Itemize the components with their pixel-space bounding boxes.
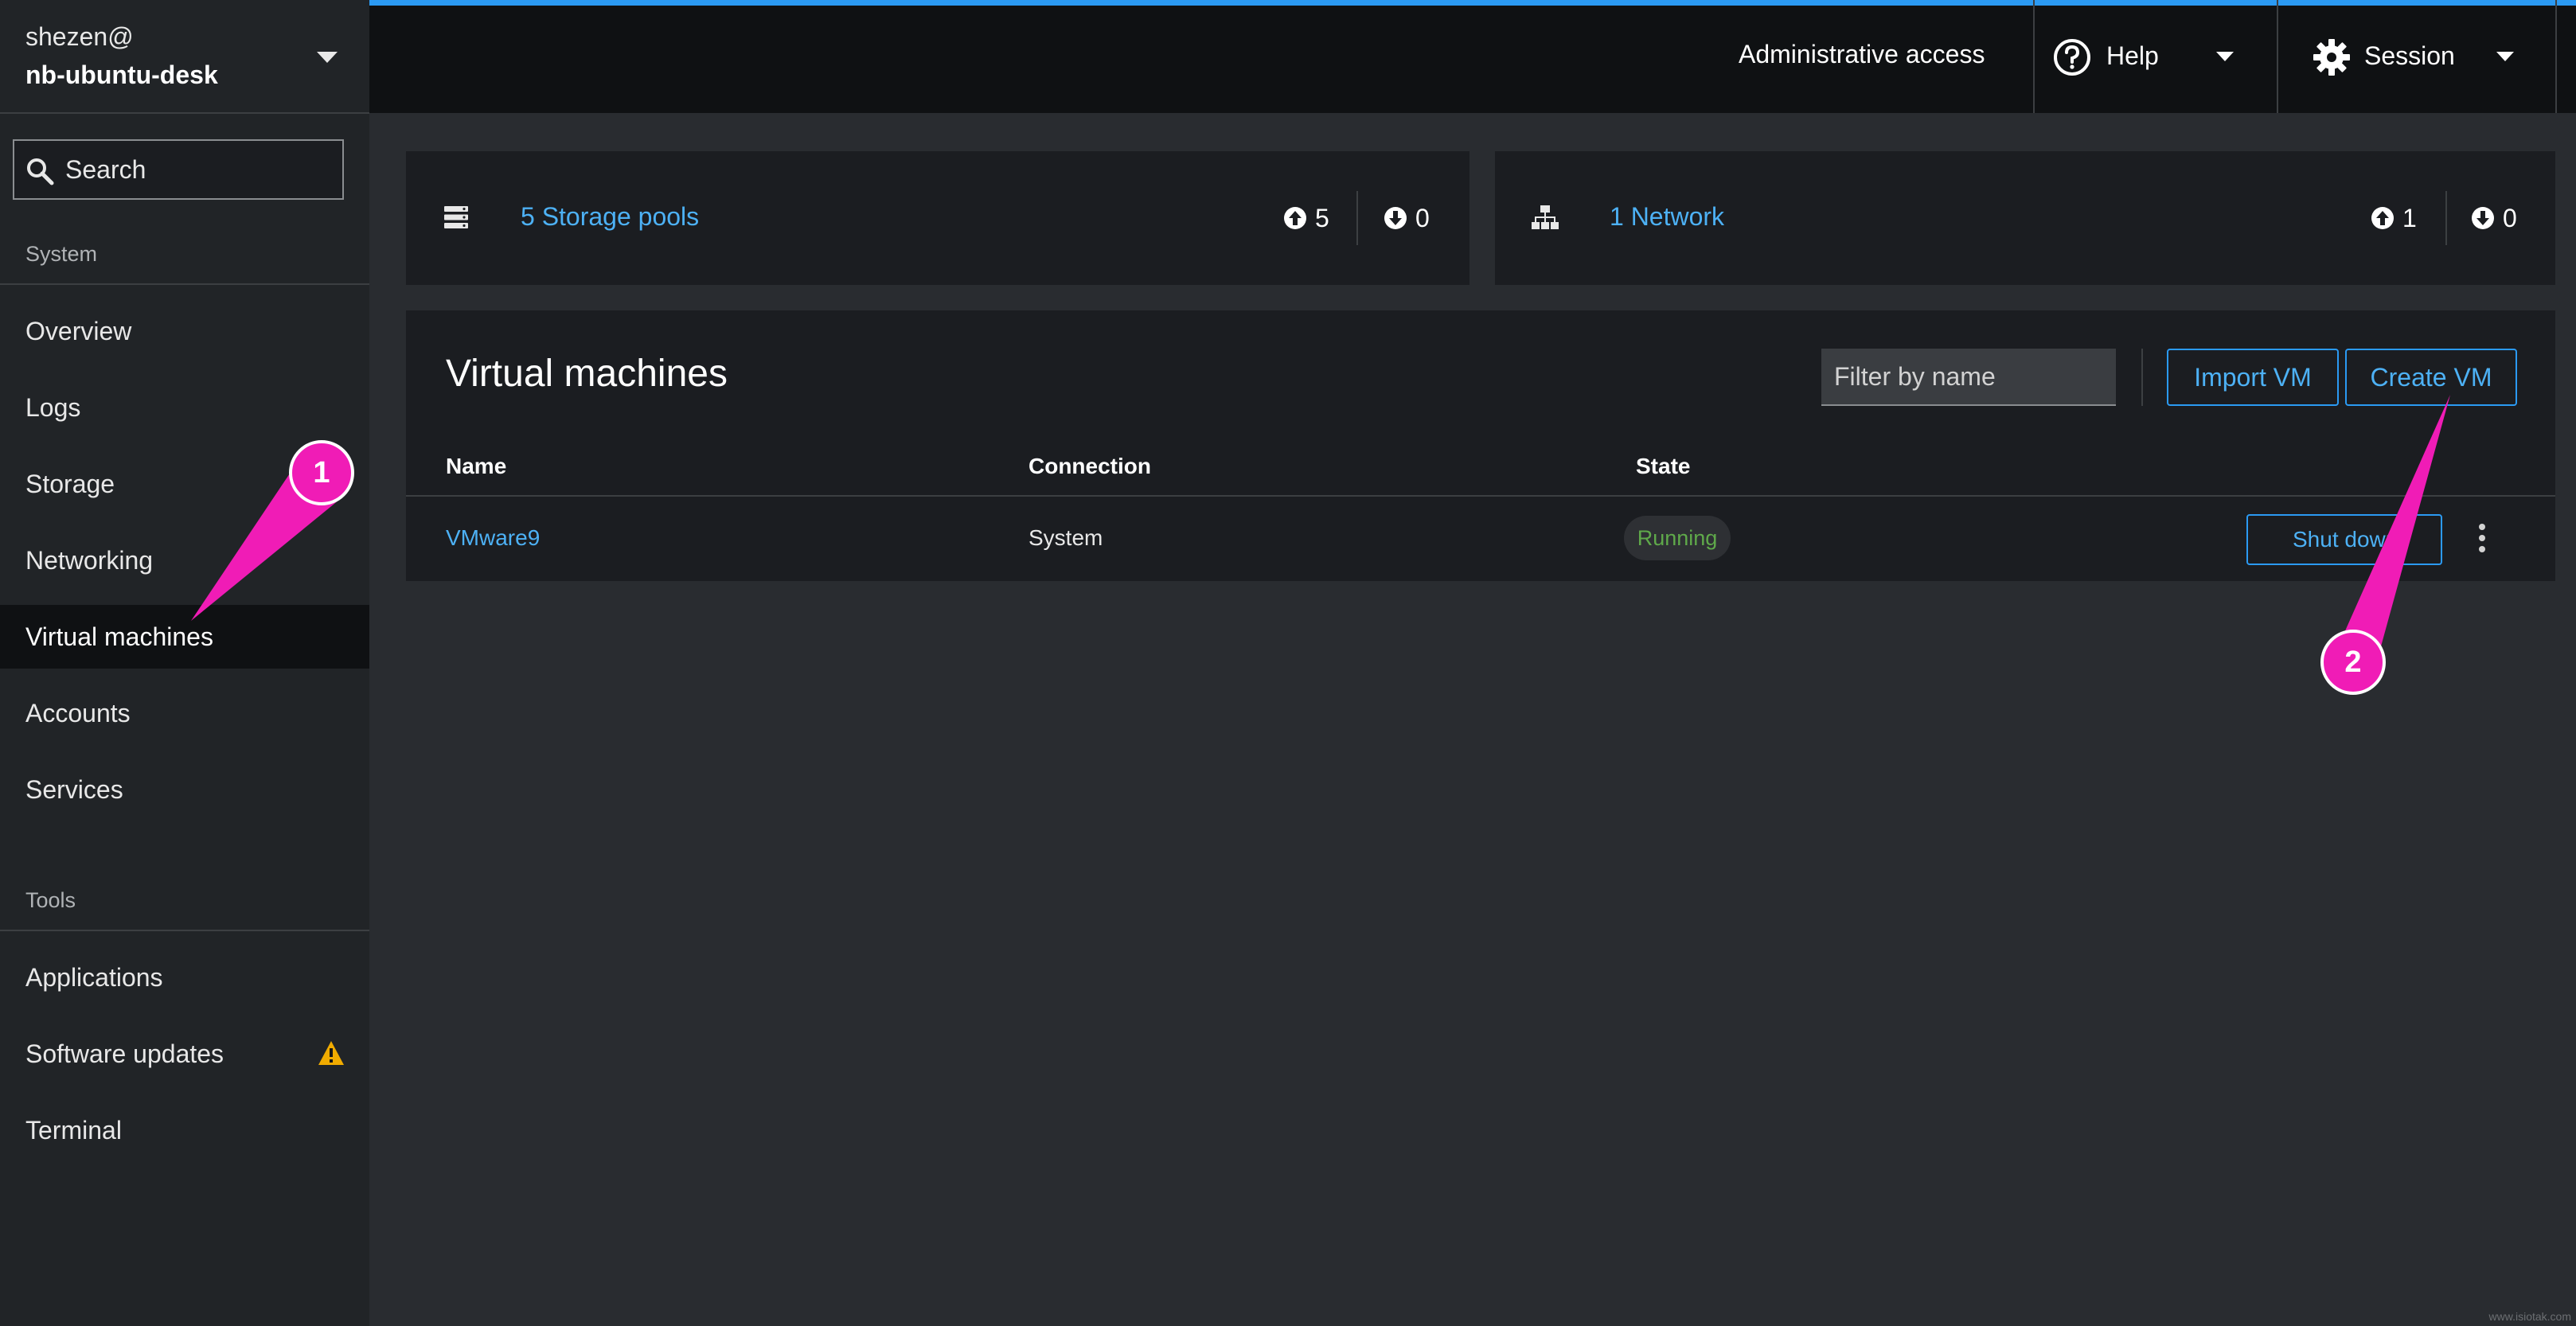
- storage-pools-link[interactable]: 5 Storage pools: [521, 202, 699, 232]
- status-badge: Running: [1624, 516, 1731, 560]
- gear-icon: [2313, 39, 2350, 76]
- search-input[interactable]: [65, 149, 336, 190]
- column-header-name[interactable]: Name: [446, 454, 506, 479]
- divider: [2141, 349, 2143, 406]
- top-bar: Administrative access Help Session: [369, 0, 2576, 113]
- session-menu[interactable]: Session: [2277, 0, 2531, 113]
- session-label: Session: [2364, 41, 2455, 70]
- column-header-connection[interactable]: Connection: [1028, 454, 1151, 479]
- divider: [1356, 191, 1358, 245]
- sidebar-item-services[interactable]: Services: [0, 758, 369, 821]
- vm-name-link[interactable]: VMware9: [446, 525, 540, 551]
- kebab-menu-icon[interactable]: [2471, 521, 2493, 556]
- page-title: Virtual machines: [446, 353, 728, 395]
- filter-by-name-input[interactable]: [1821, 349, 2116, 406]
- callout-badge-2: 2: [2320, 630, 2386, 695]
- chevron-down-icon[interactable]: [315, 49, 339, 65]
- chevron-down-icon: [2496, 52, 2514, 61]
- sidebar-item-networking[interactable]: Networking: [0, 528, 369, 592]
- arrow-circle-up-icon: [1284, 207, 1306, 229]
- network-down-value: 0: [2503, 203, 2517, 232]
- network-inactive-count: 0: [2471, 201, 2517, 236]
- section-divider: [0, 930, 369, 931]
- virtual-machines-panel: Virtual machines Import VM Create VM Nam…: [406, 310, 2555, 581]
- sidebar: shezen@ nb-ubuntu-desk System Overview L…: [0, 0, 369, 1326]
- sidebar-item-accounts[interactable]: Accounts: [0, 681, 369, 745]
- callout-badge-1: 1: [289, 440, 354, 505]
- networks-card: 1 Network 1 0: [1495, 151, 2555, 285]
- section-title-system: System: [25, 242, 98, 266]
- storage-inactive-count: 0: [1384, 201, 1430, 236]
- warning-icon: [318, 1041, 344, 1065]
- storage-icon: [444, 206, 468, 228]
- divider: [2445, 191, 2447, 245]
- sidebar-item-overview[interactable]: Overview: [0, 299, 369, 363]
- table-row: VMware9 System Running Shut down: [406, 497, 2555, 581]
- sidebar-item-virtual-machines[interactable]: Virtual machines: [0, 605, 369, 669]
- section-divider: [0, 283, 369, 285]
- arrow-circle-up-icon: [2371, 207, 2394, 229]
- section-title-tools: Tools: [25, 888, 76, 912]
- vm-connection: System: [1028, 525, 1103, 550]
- search-icon: [27, 158, 54, 185]
- network-active-count: 1: [2371, 201, 2417, 236]
- arrow-circle-down-icon: [2472, 207, 2494, 229]
- help-icon: [2054, 39, 2090, 76]
- arrow-circle-down-icon: [1384, 207, 1407, 229]
- shut-down-button[interactable]: Shut down: [2246, 514, 2442, 565]
- network-up-value: 1: [2402, 203, 2417, 232]
- create-vm-button[interactable]: Create VM: [2345, 349, 2517, 406]
- host-name: nb-ubuntu-desk: [25, 60, 218, 89]
- storage-up-value: 5: [1315, 203, 1329, 232]
- help-label: Help: [2106, 41, 2159, 70]
- sidebar-item-logs[interactable]: Logs: [0, 376, 369, 439]
- sidebar-item-software-updates[interactable]: Software updates: [0, 1022, 369, 1086]
- network-icon: [1532, 205, 1559, 229]
- storage-down-value: 0: [1415, 203, 1430, 232]
- sidebar-item-terminal[interactable]: Terminal: [0, 1098, 369, 1162]
- sidebar-item-applications[interactable]: Applications: [0, 946, 369, 1009]
- sidebar-item-label: Software updates: [25, 1039, 224, 1068]
- storage-pools-card: 5 Storage pools 5 0: [406, 151, 1469, 285]
- host-user: shezen@: [25, 22, 134, 51]
- divider: [2555, 0, 2557, 113]
- storage-active-count: 5: [1283, 201, 1329, 236]
- chevron-down-icon: [2216, 52, 2234, 61]
- administrative-access-button[interactable]: Administrative access: [1739, 40, 1985, 69]
- import-vm-button[interactable]: Import VM: [2167, 349, 2339, 406]
- watermark: www.isiotak.com: [2488, 1310, 2571, 1323]
- networks-link[interactable]: 1 Network: [1610, 202, 1724, 232]
- column-header-state[interactable]: State: [1636, 454, 1690, 479]
- host-switcher[interactable]: shezen@ nb-ubuntu-desk: [0, 0, 369, 114]
- search-box[interactable]: [13, 139, 344, 200]
- help-menu[interactable]: Help: [2033, 0, 2264, 113]
